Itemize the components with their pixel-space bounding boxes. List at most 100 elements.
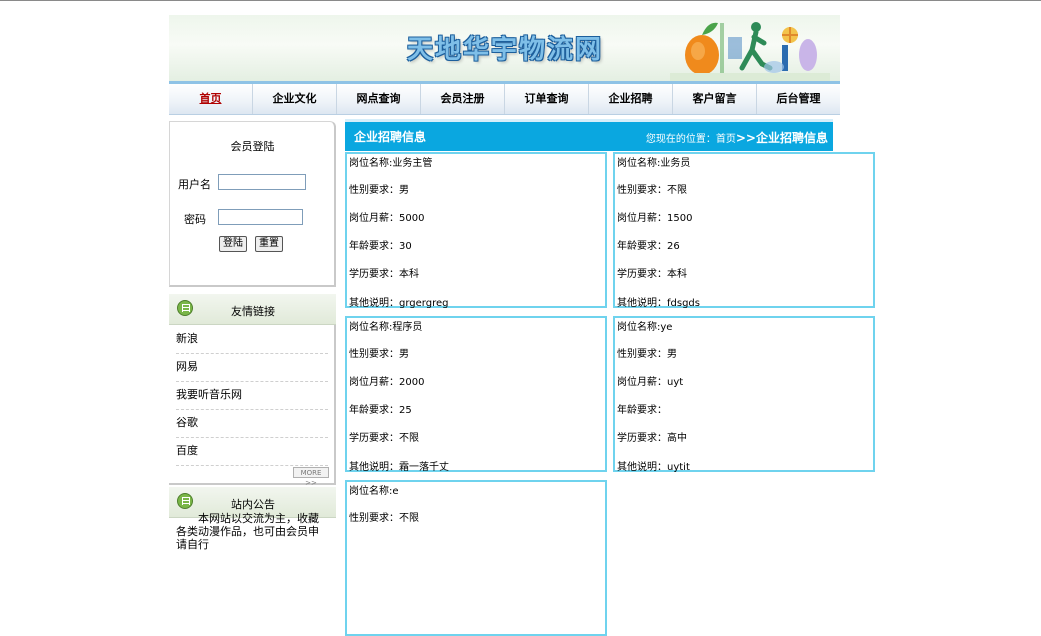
job-field-other: 其他说明：霜一落千丈	[349, 458, 449, 473]
site-title: 天地华宇物流网	[407, 35, 604, 65]
main-content: 企业招聘信息 您现在的位置：首页>>企业招聘信息 岗位名称:业务主管 性别要求：男…	[345, 119, 875, 636]
job-field-label: 岗位月薪：	[617, 213, 667, 224]
breadcrumb-current: >>企业招聘信息	[735, 131, 828, 145]
job-field-label: 学历要求：	[617, 433, 667, 444]
job-field-other: 其他说明：uytit	[617, 458, 690, 473]
job-field-label: 年龄要求：	[617, 241, 667, 252]
job-field-value: 男	[399, 185, 409, 196]
friend-links-title: 友情链接	[231, 305, 275, 318]
nav-customer-message[interactable]: 客户留言	[673, 84, 757, 114]
job-field-label: 岗位名称:	[349, 158, 393, 169]
notebook-icon	[177, 493, 193, 509]
job-field-value: 霜一落千丈	[399, 462, 449, 473]
job-field-value: 不限	[399, 433, 419, 444]
job-field-label: 学历要求：	[349, 433, 399, 444]
job-field-label: 其他说明：	[349, 462, 399, 473]
job-field-value: grgergreg	[399, 298, 449, 309]
job-field-gender: 性别要求：不限	[617, 181, 687, 196]
job-field-value: e	[392, 486, 399, 497]
job-field-salary: 岗位月薪：5000	[349, 209, 424, 224]
job-field-value: 高中	[667, 433, 687, 444]
notice-title: 站内公告	[231, 498, 275, 511]
job-field-label: 岗位月薪：	[349, 377, 399, 388]
link-item[interactable]: 我要听音乐网	[176, 381, 328, 410]
nav-admin[interactable]: 后台管理	[757, 84, 840, 114]
job-field-age: 年龄要求：30	[349, 237, 412, 252]
job-field-gender: 性别要求：男	[617, 345, 677, 360]
job-field-salary: 岗位月薪：2000	[349, 373, 424, 388]
job-card: 岗位名称:ye 性别要求：男 岗位月薪：uyt 年龄要求： 学历要求：高中 其他说明：uy…	[613, 316, 875, 473]
link-item[interactable]: 网易	[176, 353, 328, 382]
reset-button[interactable]: 重置	[255, 236, 283, 252]
job-field-label: 岗位名称:	[617, 158, 661, 169]
job-field-label: 性别要求：	[349, 513, 399, 524]
job-card: 岗位名称:程序员 性别要求：男 岗位月薪：2000 年龄要求：25 学历要求：不限 其他说…	[345, 316, 607, 473]
username-label: 用户名	[178, 178, 211, 191]
nav-member-register[interactable]: 会员注册	[421, 84, 505, 114]
job-field-value: 业务主管	[392, 158, 433, 169]
job-field-value: 2000	[399, 377, 425, 388]
job-field-other: 其他说明：fdsgds	[617, 294, 700, 309]
job-field-value: 男	[399, 349, 409, 360]
nav-corporate-culture[interactable]: 企业文化	[253, 84, 337, 114]
job-field-label: 其他说明：	[349, 298, 399, 309]
job-field-value: 不限	[667, 185, 687, 196]
nav-order-query[interactable]: 订单查询	[505, 84, 589, 114]
job-field-name: 岗位名称:程序员	[349, 318, 422, 333]
job-field-education: 学历要求：高中	[617, 429, 687, 444]
login-panel: 会员登陆 用户名 密码 登陆 重置	[169, 121, 336, 287]
banner-illustration	[670, 22, 830, 81]
job-field-label: 岗位名称:	[617, 322, 661, 333]
link-item[interactable]: 新浪	[176, 325, 328, 354]
job-field-label: 性别要求：	[349, 349, 399, 360]
nav-recruitment[interactable]: 企业招聘	[589, 84, 673, 114]
job-field-name: 岗位名称:e	[349, 482, 399, 497]
job-field-education: 学历要求：不限	[349, 429, 419, 444]
job-field-value: 业务员	[660, 158, 691, 169]
link-item[interactable]: 谷歌	[176, 409, 328, 438]
job-field-label: 学历要求：	[349, 269, 399, 280]
job-field-label: 其他说明：	[617, 462, 667, 473]
job-field-gender: 性别要求：男	[349, 181, 409, 196]
friend-links-header: 友情链接	[169, 294, 336, 325]
job-field-label: 年龄要求：	[617, 405, 667, 416]
left-sidebar: 会员登陆 用户名 密码 登陆 重置 友情链接 新浪 网易 我要听音乐网 谷歌 百…	[169, 121, 336, 551]
job-field-value: 本科	[667, 269, 687, 280]
job-field-salary: 岗位月薪：1500	[617, 209, 692, 224]
job-field-label: 性别要求：	[617, 349, 667, 360]
job-field-other: 其他说明：grgergreg	[349, 294, 448, 309]
job-card: 岗位名称:e 性别要求：不限	[345, 480, 607, 636]
job-field-label: 其他说明：	[617, 298, 667, 309]
link-item[interactable]: 百度	[176, 437, 328, 466]
job-field-gender: 性别要求：男	[349, 345, 409, 360]
page-container: 天地华宇物流网 首页 企业文化 网点查询 会员注册 订单查询 企业招聘 客户留言…	[169, 15, 875, 636]
site-banner: 天地华宇物流网	[169, 15, 840, 81]
job-field-label: 年龄要求：	[349, 241, 399, 252]
job-field-value: 程序员	[392, 322, 423, 333]
job-field-label: 性别要求：	[349, 185, 399, 196]
job-field-age: 年龄要求：26	[617, 237, 680, 252]
job-field-gender: 性别要求：不限	[349, 509, 419, 524]
nav-home[interactable]: 首页	[169, 84, 253, 114]
job-field-label: 岗位名称:	[349, 486, 393, 497]
job-field-label: 岗位名称:	[349, 322, 393, 333]
job-field-value: 1500	[667, 213, 693, 224]
friend-links-panel: 新浪 网易 我要听音乐网 谷歌 百度 MORE >>	[169, 325, 336, 487]
password-input[interactable]	[218, 209, 303, 225]
job-field-label: 岗位月薪：	[349, 213, 399, 224]
job-field-label: 学历要求：	[617, 269, 667, 280]
job-field-value: 26	[667, 241, 680, 252]
job-card: 岗位名称:业务主管 性别要求：男 岗位月薪：5000 年龄要求：30 学历要求：本科 其他…	[345, 152, 607, 309]
login-button[interactable]: 登陆	[219, 236, 247, 252]
job-field-value: uytit	[667, 462, 690, 473]
notice-text: 本网站以交流为主，收藏各类动漫作品，也可由会员申请自行	[176, 512, 319, 551]
main-navigation: 首页 企业文化 网点查询 会员注册 订单查询 企业招聘 客户留言 后台管理	[169, 81, 840, 115]
more-links-button[interactable]: MORE >>	[293, 467, 329, 487]
job-field-value: 本科	[399, 269, 419, 280]
breadcrumb-prefix[interactable]: 您现在的位置：首页	[646, 134, 736, 145]
job-field-name: 岗位名称:ye	[617, 318, 672, 333]
nav-branch-query[interactable]: 网点查询	[337, 84, 421, 114]
job-field-label: 性别要求：	[617, 185, 667, 196]
username-input[interactable]	[218, 174, 306, 190]
job-field-value: fdsgds	[667, 298, 700, 309]
